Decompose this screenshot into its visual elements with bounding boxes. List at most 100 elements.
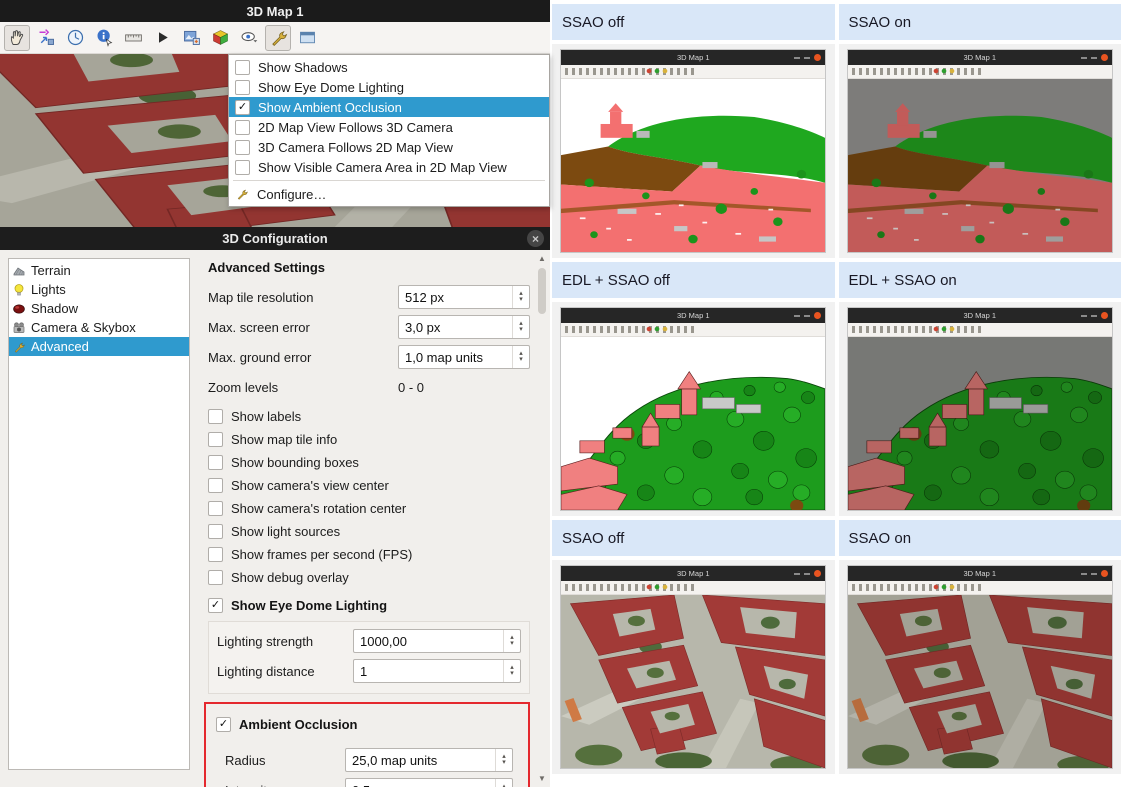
scrollbar-thumb[interactable] xyxy=(538,268,546,314)
spinbox-arrows[interactable]: ▴▾ xyxy=(503,630,520,652)
mini-window-title: 3D Map 1 xyxy=(677,53,710,62)
camera-move-icon[interactable] xyxy=(33,25,59,51)
toggle-show-camera-view-center[interactable]: Show camera's view center xyxy=(208,474,530,497)
sidebar-item-label: Advanced xyxy=(31,339,89,354)
intensity-spinbox[interactable]: 0,5 ▴▾ xyxy=(345,778,513,787)
checkbox-checked[interactable]: ✓ xyxy=(208,598,223,613)
checkbox[interactable] xyxy=(235,160,250,175)
checkbox[interactable] xyxy=(208,478,223,493)
light-bulb-icon xyxy=(12,283,26,297)
spinbox-arrows[interactable]: ▴▾ xyxy=(512,316,529,338)
toggle-label: Show map tile info xyxy=(231,432,337,447)
checkbox[interactable] xyxy=(235,60,250,75)
close-button[interactable]: × xyxy=(527,230,544,247)
menu-item-2d-follows-3d[interactable]: 2D Map View Follows 3D Camera xyxy=(229,117,549,137)
radius-spinbox[interactable]: 25,0 map units ▴▾ xyxy=(345,748,513,772)
mini-window-toolbar xyxy=(561,323,825,337)
mini-window-buttons xyxy=(794,54,821,61)
mini-window-buttons xyxy=(794,570,821,577)
spinbox-value: 1000,00 xyxy=(354,634,503,649)
field-radius: Radius 25,0 map units ▴▾ xyxy=(225,748,513,772)
toggle-show-labels[interactable]: Show labels xyxy=(208,405,530,428)
toggle-show-bounding-boxes[interactable]: Show bounding boxes xyxy=(208,451,530,474)
field-map-tile-resolution: Map tile resolution 512 px ▴▾ xyxy=(208,285,530,309)
checkbox[interactable] xyxy=(208,455,223,470)
spinbox-arrows[interactable]: ▴▾ xyxy=(495,749,512,771)
mini-map-window: 3D Map 1 xyxy=(847,565,1113,769)
comparison-image-cell: 3D Map 1 xyxy=(552,560,835,774)
dialog-scrollbar[interactable]: ▲ ▼ xyxy=(536,254,548,783)
edl-group-title[interactable]: ✓ Show Eye Dome Lighting xyxy=(208,593,530,617)
max-screen-error-spinbox[interactable]: 3,0 px ▴▾ xyxy=(398,315,530,339)
field-label: Radius xyxy=(225,753,345,768)
group-label: Ambient Occlusion xyxy=(239,717,357,732)
scroll-up-arrow[interactable]: ▲ xyxy=(538,254,546,263)
menu-item-show-visible-camera-area[interactable]: Show Visible Camera Area in 2D Map View xyxy=(229,157,549,177)
effects-eye-icon[interactable] xyxy=(236,25,262,51)
sidebar-item-label: Camera & Skybox xyxy=(31,320,136,335)
sidebar-item-lights[interactable]: Lights xyxy=(9,280,189,299)
ao-group-box: Radius 25,0 map units ▴▾ Intensity 0,5 ▴… xyxy=(216,740,522,787)
lighting-strength-spinbox[interactable]: 1000,00 ▴▾ xyxy=(353,629,521,653)
map-tile-resolution-spinbox[interactable]: 512 px ▴▾ xyxy=(398,285,530,309)
camera-icon xyxy=(12,321,26,335)
menu-item-label: Show Visible Camera Area in 2D Map View xyxy=(258,160,507,175)
checkbox[interactable] xyxy=(208,547,223,562)
toggle-show-camera-rotation-center[interactable]: Show camera's rotation center xyxy=(208,497,530,520)
menu-item-label: Show Eye Dome Lighting xyxy=(258,80,404,95)
max-ground-error-spinbox[interactable]: 1,0 map units ▴▾ xyxy=(398,345,530,369)
scroll-down-arrow[interactable]: ▼ xyxy=(538,774,546,783)
field-lighting-distance: Lighting distance 1 ▴▾ xyxy=(217,659,521,683)
checkbox[interactable] xyxy=(208,501,223,516)
checkbox-checked[interactable]: ✓ xyxy=(235,100,250,115)
comparison-image-cell: 3D Map 1 xyxy=(839,302,1121,516)
sidebar-item-camera-skybox[interactable]: Camera & Skybox xyxy=(9,318,189,337)
screenshot-root: 3D Map 1 xyxy=(0,0,1121,787)
menu-item-show-eye-dome-lighting[interactable]: Show Eye Dome Lighting xyxy=(229,77,549,97)
ao-group-title[interactable]: ✓ Ambient Occlusion xyxy=(216,712,522,736)
sidebar-item-terrain[interactable]: Terrain xyxy=(9,261,189,280)
toggle-show-map-tile-info[interactable]: Show map tile info xyxy=(208,428,530,451)
checkbox[interactable] xyxy=(235,80,250,95)
effects-dropdown-menu: Show Shadows Show Eye Dome Lighting ✓ Sh… xyxy=(228,54,550,207)
menu-item-show-ambient-occlusion[interactable]: ✓ Show Ambient Occlusion xyxy=(229,97,549,117)
toggle-show-light-sources[interactable]: Show light sources xyxy=(208,520,530,543)
play-icon[interactable] xyxy=(149,25,175,51)
spinbox-arrows[interactable]: ▴▾ xyxy=(512,286,529,308)
dock-panel-icon[interactable] xyxy=(294,25,320,51)
menu-item-show-shadows[interactable]: Show Shadows xyxy=(229,57,549,77)
options-wrench-icon[interactable] xyxy=(265,25,291,51)
checkbox[interactable] xyxy=(208,570,223,585)
sidebar-item-shadow[interactable]: Shadow xyxy=(9,299,189,318)
pan-icon[interactable] xyxy=(4,25,30,51)
mini-window-toolbar xyxy=(561,65,825,79)
toggle-show-fps[interactable]: Show frames per second (FPS) xyxy=(208,543,530,566)
axis-cube-icon[interactable] xyxy=(207,25,233,51)
field-label: Max. screen error xyxy=(208,320,398,335)
animation-clock-icon[interactable] xyxy=(62,25,88,51)
spinbox-arrows[interactable]: ▴▾ xyxy=(512,346,529,368)
checkbox[interactable] xyxy=(235,120,250,135)
comparison-row-3: SSAO off SSAO on 3D Map 1 xyxy=(552,520,1121,774)
checkbox[interactable] xyxy=(235,140,250,155)
spinbox-arrows[interactable]: ▴▾ xyxy=(495,779,512,787)
checkbox[interactable] xyxy=(208,432,223,447)
dialog-body: Terrain Lights Shadow Camera & Skybox Ad… xyxy=(0,250,550,787)
toggle-label: Show camera's view center xyxy=(231,478,389,493)
checkbox[interactable] xyxy=(208,409,223,424)
checkbox[interactable] xyxy=(208,524,223,539)
export-image-icon[interactable] xyxy=(178,25,204,51)
checkbox-checked[interactable]: ✓ xyxy=(216,717,231,732)
identify-icon[interactable] xyxy=(91,25,117,51)
sidebar-item-advanced[interactable]: Advanced xyxy=(9,337,189,356)
menu-item-3d-follows-2d[interactable]: 3D Camera Follows 2D Map View xyxy=(229,137,549,157)
menu-item-configure[interactable]: Configure… xyxy=(229,184,549,204)
measure-icon[interactable] xyxy=(120,25,146,51)
shadow-sphere-icon xyxy=(12,302,26,316)
dialog-sidebar: Terrain Lights Shadow Camera & Skybox Ad… xyxy=(8,258,190,770)
comparison-header-right: EDL + SSAO on xyxy=(839,262,1121,298)
toggle-show-debug-overlay[interactable]: Show debug overlay xyxy=(208,566,530,589)
spinbox-arrows[interactable]: ▴▾ xyxy=(503,660,520,682)
lighting-distance-spinbox[interactable]: 1 ▴▾ xyxy=(353,659,521,683)
field-lighting-strength: Lighting strength 1000,00 ▴▾ xyxy=(217,629,521,653)
